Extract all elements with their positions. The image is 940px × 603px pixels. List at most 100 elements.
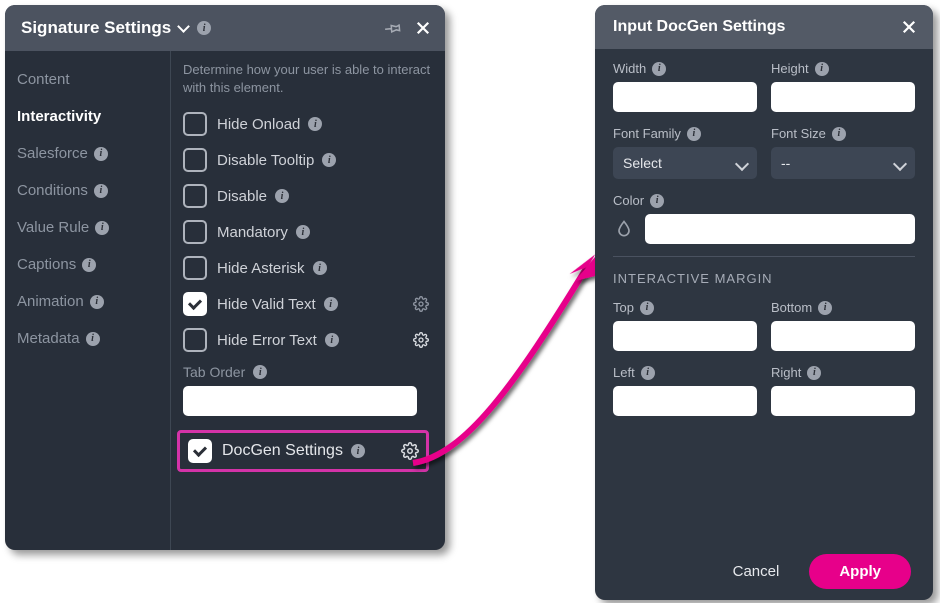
info-icon[interactable]: i — [95, 221, 109, 235]
info-icon[interactable]: i — [325, 333, 339, 347]
info-icon[interactable]: i — [324, 297, 338, 311]
eyedropper-icon[interactable] — [613, 216, 635, 242]
sidebar-item-captions[interactable]: Captions i — [5, 246, 170, 283]
docgen-settings-row[interactable]: DocGen Settings i — [177, 430, 429, 472]
sidebar-item-salesforce[interactable]: Salesforcei — [5, 135, 170, 172]
info-icon[interactable]: i — [90, 295, 104, 309]
height-label: Heighti — [771, 61, 915, 76]
option-label: Disable Tooltip — [217, 152, 314, 169]
info-icon[interactable]: i — [308, 117, 322, 131]
interactive-margin-title: INTERACTIVE MARGIN — [613, 271, 915, 286]
tab-order-label: Tab Orderi — [183, 364, 431, 380]
checkbox[interactable] — [183, 148, 207, 172]
checkbox[interactable] — [183, 256, 207, 280]
sidebar-item-label: Interactivity — [17, 108, 101, 125]
sidebar-item-label: Metadata — [17, 330, 80, 347]
margin-left-label: Lefti — [613, 365, 757, 380]
info-icon[interactable]: i — [818, 301, 832, 315]
info-icon[interactable]: i — [650, 194, 664, 208]
info-icon[interactable]: i — [296, 225, 310, 239]
sidebar-item-animation[interactable]: Animationi — [5, 283, 170, 320]
option-mandatory: Mandatory i — [183, 214, 431, 250]
info-icon[interactable]: i — [86, 332, 100, 346]
sidebar-item-interactivity[interactable]: Interactivity — [5, 98, 170, 135]
color-label: Colori — [613, 193, 915, 208]
close-icon[interactable] — [897, 15, 921, 39]
interactivity-section: Determine how your user is able to inter… — [170, 51, 445, 550]
option-hide-asterisk: Hide Asterisk i — [183, 250, 431, 286]
margin-top-input[interactable] — [613, 321, 757, 351]
info-icon[interactable]: i — [641, 366, 655, 380]
signature-settings-panel: Signature Settings i Content Interactivit… — [5, 5, 445, 550]
panel-header: Signature Settings i — [5, 5, 445, 51]
docgen-settings-checkbox[interactable] — [188, 439, 212, 463]
sidebar-item-metadata[interactable]: Metadata i — [5, 320, 170, 357]
color-input[interactable] — [645, 214, 915, 244]
info-icon[interactable]: i — [687, 127, 701, 141]
info-icon[interactable]: i — [640, 301, 654, 315]
tab-order-input[interactable] — [183, 386, 417, 416]
checkbox[interactable] — [183, 328, 207, 352]
option-label: Hide Error Text — [217, 332, 317, 349]
info-icon[interactable]: i — [94, 147, 108, 161]
section-description: Determine how your user is able to inter… — [183, 61, 431, 96]
option-label: Mandatory — [217, 224, 288, 241]
checkbox[interactable] — [183, 220, 207, 244]
checkbox[interactable] — [183, 112, 207, 136]
option-hide-onload: Hide Onload i — [183, 106, 431, 142]
font-family-select[interactable] — [613, 147, 757, 179]
gear-icon[interactable] — [400, 441, 420, 461]
font-size-select[interactable] — [771, 147, 915, 179]
height-input[interactable] — [771, 82, 915, 112]
info-icon[interactable]: i — [652, 62, 666, 76]
info-icon[interactable]: i — [197, 21, 211, 35]
dialog-footer: Cancel Apply — [595, 542, 933, 600]
panel-header: Input DocGen Settings — [595, 5, 933, 49]
info-icon[interactable]: i — [94, 184, 108, 198]
gear-icon[interactable] — [411, 330, 431, 350]
info-icon[interactable]: i — [351, 444, 365, 458]
margin-right-label: Righti — [771, 365, 915, 380]
chevron-down-icon[interactable] — [177, 20, 189, 32]
close-icon[interactable] — [411, 16, 435, 40]
docgen-settings-panel: Input DocGen Settings Widthi Heighti Fon — [595, 5, 933, 600]
option-label: Disable — [217, 188, 267, 205]
sidebar-item-label: Conditions — [17, 182, 88, 199]
margin-bottom-label: Bottomi — [771, 300, 915, 315]
sidebar-item-value-rule[interactable]: Value Rule i — [5, 209, 170, 246]
info-icon[interactable]: i — [313, 261, 327, 275]
docgen-settings-label: DocGen Settings — [222, 442, 343, 460]
panel-title: Signature Settings — [21, 18, 171, 38]
margin-top-label: Topi — [613, 300, 757, 315]
checkbox[interactable] — [183, 184, 207, 208]
checkbox[interactable] — [183, 292, 207, 316]
font-size-label: Font Sizei — [771, 126, 915, 141]
info-icon[interactable]: i — [275, 189, 289, 203]
info-icon[interactable]: i — [815, 62, 829, 76]
info-icon[interactable]: i — [832, 127, 846, 141]
gear-icon[interactable] — [411, 294, 431, 314]
pin-icon[interactable] — [381, 16, 405, 40]
sidebar-item-label: Content — [17, 71, 70, 88]
option-hide-error-text: Hide Error Text i — [183, 322, 431, 358]
width-input[interactable] — [613, 82, 757, 112]
info-icon[interactable]: i — [82, 258, 96, 272]
sidebar-item-label: Value Rule — [17, 219, 89, 236]
settings-tabs: ContentInteractivitySalesforceiCondition… — [5, 51, 170, 550]
info-icon[interactable]: i — [322, 153, 336, 167]
panel-title: Input DocGen Settings — [613, 18, 785, 36]
cancel-button[interactable]: Cancel — [723, 555, 790, 588]
option-label: Hide Onload — [217, 116, 300, 133]
option-hide-valid-text: Hide Valid Text i — [183, 286, 431, 322]
info-icon[interactable]: i — [253, 365, 267, 379]
sidebar-item-content[interactable]: Content — [5, 61, 170, 98]
option-label: Hide Asterisk — [217, 260, 305, 277]
margin-bottom-input[interactable] — [771, 321, 915, 351]
option-label: Hide Valid Text — [217, 296, 316, 313]
margin-left-input[interactable] — [613, 386, 757, 416]
margin-right-input[interactable] — [771, 386, 915, 416]
info-icon[interactable]: i — [807, 366, 821, 380]
sidebar-item-conditions[interactable]: Conditions i — [5, 172, 170, 209]
apply-button[interactable]: Apply — [809, 554, 911, 589]
sidebar-item-label: Captions — [17, 256, 76, 273]
